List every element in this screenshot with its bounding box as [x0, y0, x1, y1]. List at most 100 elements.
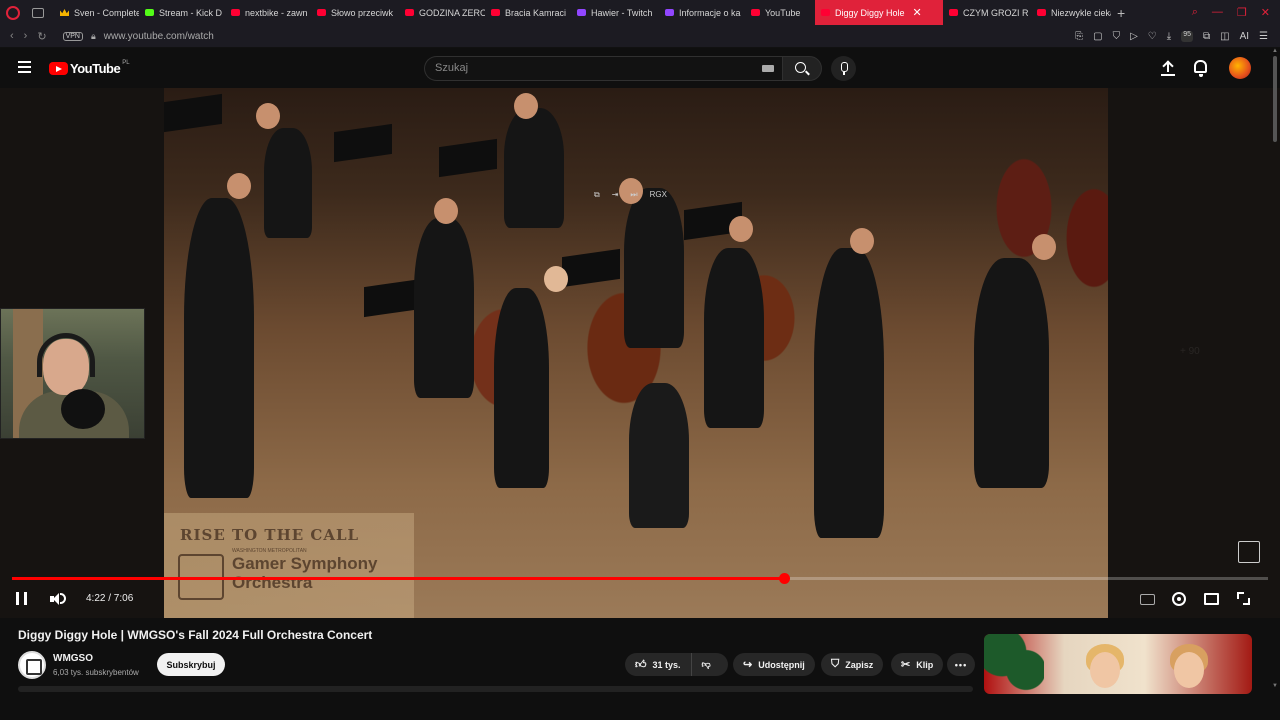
- tab-label: GODZINA ZERO: [419, 7, 485, 18]
- musician: [624, 188, 684, 348]
- webcam-microphone: [61, 389, 105, 429]
- tabs-container: Sven - Complete Stream - Kick D nextbike -…: [54, 0, 1111, 25]
- lock-icon[interactable]: 🔒︎: [91, 31, 96, 42]
- recommended-video-thumbnail[interactable]: [984, 634, 1252, 694]
- youtube-icon: [949, 9, 958, 16]
- tab-islands-icon[interactable]: [32, 7, 44, 18]
- tab-label: Niezwykle cieka: [1051, 7, 1111, 18]
- share-icon: ↪: [743, 659, 753, 671]
- musician: [504, 108, 564, 228]
- browser-tab[interactable]: Niezwykle cieka: [1031, 0, 1111, 25]
- keyboard-icon[interactable]: [762, 65, 774, 72]
- clip-label: Klip: [916, 659, 934, 670]
- dislike-button[interactable]: 👎︎: [692, 653, 721, 676]
- channel-watermark-icon[interactable]: [1238, 541, 1260, 563]
- browser-tab[interactable]: nextbike - zawn: [225, 0, 311, 25]
- musician-head: [256, 103, 280, 129]
- browser-tab[interactable]: Hawier - Twitch: [571, 0, 659, 25]
- channel-avatar[interactable]: [18, 651, 46, 679]
- skip-icon[interactable]: ⇥: [612, 190, 619, 200]
- theater-mode-button[interactable]: [1204, 593, 1219, 605]
- scroll-up-arrow-icon[interactable]: ▲: [1272, 48, 1278, 54]
- settings-gear-icon[interactable]: [1172, 592, 1186, 606]
- minimize-icon[interactable]: —: [1212, 6, 1223, 19]
- like-button[interactable]: 👍︎ 31 tys.: [625, 653, 692, 676]
- upload-icon[interactable]: [1162, 61, 1174, 75]
- browser-tab[interactable]: Stream - Kick D: [139, 0, 225, 25]
- scroll-down-arrow-icon[interactable]: ▼: [1272, 683, 1278, 689]
- new-tab-button[interactable]: +: [1117, 5, 1125, 21]
- child-face: [1090, 652, 1120, 688]
- youtube-icon: [405, 9, 414, 16]
- like-dislike-group: 👍︎ 31 tys. 👎︎: [625, 653, 728, 676]
- search-button[interactable]: [782, 56, 822, 81]
- account-avatar[interactable]: [1229, 57, 1251, 79]
- share-label: Udostępnij: [758, 659, 805, 670]
- empty-chair: [629, 383, 689, 528]
- video-frame[interactable]: RISE TO THE CALL WASHINGTON METROPOLITAN…: [164, 88, 1108, 618]
- close-window-icon[interactable]: ✕: [1261, 6, 1270, 19]
- heart-icon[interactable]: ♡: [1148, 31, 1157, 42]
- voice-search-button[interactable]: [831, 56, 856, 81]
- violinist-standing: [814, 248, 884, 538]
- progress-bar[interactable]: [12, 573, 1268, 584]
- url-field[interactable]: www.youtube.com/watch: [104, 31, 214, 42]
- browser-tab[interactable]: Słowo przeciwk: [311, 0, 399, 25]
- shield-icon[interactable]: ⛉: [1113, 31, 1121, 42]
- snapshot-icon[interactable]: ▢: [1093, 31, 1102, 42]
- search-tabs-icon[interactable]: ⌕: [1192, 6, 1198, 19]
- upload-icon-base: [1161, 74, 1175, 76]
- next-icon[interactable]: ⏭: [630, 190, 637, 200]
- download-icon[interactable]: ⤓: [1167, 31, 1171, 42]
- page-scrollbar[interactable]: [1273, 56, 1277, 142]
- save-button[interactable]: ⛉ Zapisz: [821, 653, 884, 676]
- hamburger-menu-icon[interactable]: [18, 61, 31, 73]
- streamer-webcam: [0, 308, 145, 439]
- browser-tab[interactable]: Informacje o ka: [659, 0, 745, 25]
- browser-tab[interactable]: CZYM GROZI R: [943, 0, 1031, 25]
- share-button[interactable]: ↪ Udostępnij: [733, 653, 815, 676]
- fullscreen-button[interactable]: [1237, 592, 1250, 605]
- menu-icon[interactable]: ☰: [1259, 31, 1268, 42]
- player-icon[interactable]: ▷: [1130, 31, 1138, 42]
- pause-button[interactable]: [16, 592, 27, 605]
- aria-ai-button[interactable]: AI: [1240, 31, 1249, 42]
- subscriber-count: 6,03 tys. subskrybentów: [53, 668, 139, 677]
- back-icon[interactable]: ‹: [10, 30, 14, 42]
- vpn-badge[interactable]: VPN: [62, 31, 83, 41]
- extension-badge[interactable]: 95: [1181, 30, 1193, 42]
- wallet-icon[interactable]: ◫: [1220, 31, 1229, 42]
- search-input[interactable]: [435, 62, 735, 74]
- browser-tab[interactable]: Diggy Diggy Hole ✕: [815, 0, 943, 25]
- forward-icon[interactable]: ›: [24, 30, 28, 42]
- region-code: PL: [122, 59, 130, 66]
- clip-button[interactable]: ✂ Klip: [891, 653, 944, 676]
- subscribe-button[interactable]: Subskrybuj: [157, 653, 225, 676]
- youtube-icon: [821, 9, 830, 16]
- browser-tab[interactable]: Bracia Kamraci: [485, 0, 571, 25]
- browser-tab[interactable]: YouTube: [745, 0, 815, 25]
- overlay-line2: Gamer Symphony: [232, 554, 378, 573]
- reload-icon[interactable]: ↻: [37, 30, 46, 43]
- time-display: 4:22 / 7:06: [86, 593, 134, 604]
- description-box-edge[interactable]: [18, 686, 973, 692]
- tab-label: Sven - Complete: [74, 7, 139, 18]
- browser-tab[interactable]: GODZINA ZERO: [399, 0, 485, 25]
- youtube-icon: [751, 9, 760, 16]
- bookmark-icon[interactable]: ⎘: [1075, 31, 1083, 42]
- channel-name[interactable]: WMGSO: [53, 653, 93, 664]
- close-tab-icon[interactable]: ✕: [913, 6, 922, 19]
- maximize-icon[interactable]: ❐: [1237, 6, 1247, 19]
- youtube-icon: [1037, 9, 1046, 16]
- youtube-logo[interactable]: YouTube PL: [49, 59, 130, 76]
- address-bar: ‹ › ↻ VPN 🔒︎ www.youtube.com/watch ⎘ ▢ ⛉…: [0, 25, 1280, 48]
- popout-icon[interactable]: ⧉: [594, 190, 600, 200]
- opera-logo-icon[interactable]: [6, 5, 20, 20]
- puzzle-icon[interactable]: ⧉: [1203, 31, 1210, 42]
- more-actions-button[interactable]: •••: [947, 653, 975, 676]
- video-player[interactable]: RISE TO THE CALL WASHINGTON METROPOLITAN…: [0, 88, 1280, 618]
- notifications-bell-icon[interactable]: [1194, 60, 1207, 77]
- subtitles-button[interactable]: [1140, 594, 1155, 605]
- kick-icon: [145, 9, 154, 16]
- browser-tab[interactable]: Sven - Complete: [54, 0, 139, 25]
